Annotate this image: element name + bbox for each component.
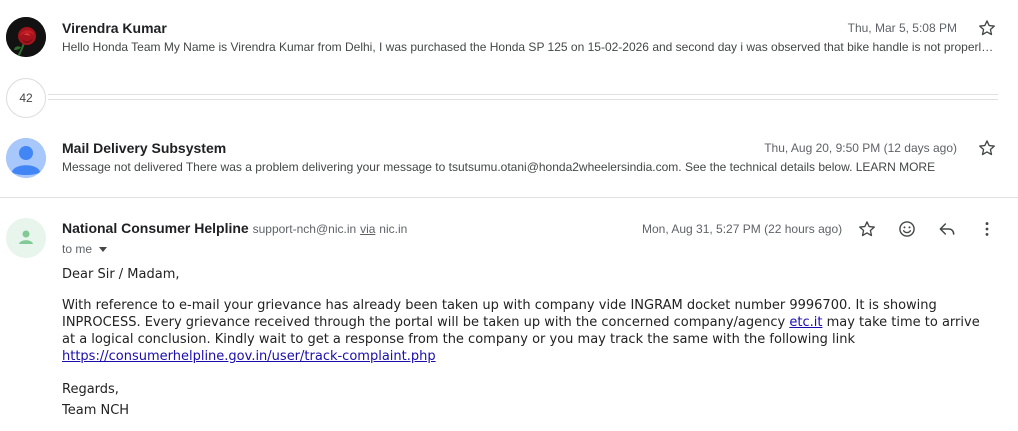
collapsed-divider-top [48,94,998,95]
more-options-button[interactable] [975,217,999,241]
emoji-icon [899,221,915,237]
body-link-etc[interactable]: etc.it [789,315,822,330]
message-snippet: Hello Honda Team My Name is Virendra Kum… [62,40,998,54]
star-button[interactable] [855,217,879,241]
via-domain: nic.in [379,222,408,236]
message-date: Mon, Aug 31, 5:27 PM (22 hours ago) [642,222,843,236]
more-vert-icon [985,222,989,236]
sender-name: Mail Delivery Subsystem [62,140,227,156]
recipient-details-toggle[interactable]: to me [62,242,108,256]
star-button[interactable] [975,136,999,160]
star-icon [859,221,875,237]
reply-button[interactable] [935,217,959,241]
reply-icon [939,223,955,235]
chevron-down-icon [99,246,108,252]
recipient-label: to me [62,242,93,256]
star-icon [979,140,995,156]
collapsed-messages-button[interactable]: 42 [6,78,46,118]
message-greeting: Dear Sir / Madam, [62,267,180,282]
message-date: Thu, Aug 20, 9:50 PM (12 days ago) [764,141,957,155]
message-date: Thu, Mar 5, 5:08 PM [847,21,957,35]
message-signature: Team NCH [62,403,130,418]
message-body-paragraph: With reference to e-mail your grievance … [62,297,982,365]
message-divider [0,197,1018,198]
add-reaction-button[interactable] [895,217,919,241]
sender-avatar [6,218,46,258]
sender-name: Virendra Kumar [62,20,167,36]
sender-avatar [6,138,46,178]
collapsed-divider-bottom [48,99,998,100]
sender-email: support-nch@nic.in [252,222,357,236]
star-icon [979,20,995,36]
message-signoff: Regards, [62,382,119,397]
star-button[interactable] [975,16,999,40]
message-snippet: Message not delivered There was a proble… [62,160,936,174]
person-icon [6,218,46,258]
sender-header: National Consumer Helpline support-nch@n… [62,220,407,236]
sender-name: National Consumer Helpline [62,220,249,236]
person-icon [6,138,46,178]
sender-avatar [6,17,46,57]
via-link[interactable]: via [360,222,375,236]
rose-photo-avatar [6,17,46,57]
track-complaint-link[interactable]: https://consumerhelpline.gov.in/user/tra… [62,349,436,364]
